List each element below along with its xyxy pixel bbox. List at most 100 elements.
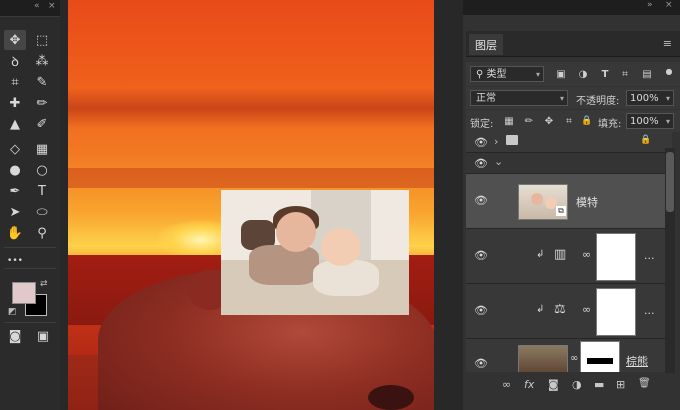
lasso-tool-icon[interactable]: ꝺ: [4, 51, 26, 71]
lock-label: 锁定:: [470, 119, 494, 130]
lock-all-icon[interactable]: 🔒: [580, 114, 594, 128]
pen-tool-icon[interactable]: ✒: [4, 181, 26, 201]
scrollbar-thumb[interactable]: [666, 152, 674, 212]
more-icon: ...: [644, 249, 655, 262]
blur-tool-icon[interactable]: ●: [4, 160, 26, 180]
new-group-icon[interactable]: ▬: [594, 378, 604, 391]
visibility-eye-icon[interactable]: 👁: [474, 194, 488, 207]
magic-wand-tool-icon[interactable]: ⁂: [31, 51, 53, 71]
opacity-label: 不透明度:: [576, 96, 620, 107]
pixel-filter-icon[interactable]: ▣: [554, 67, 568, 81]
add-mask-icon[interactable]: ◙: [548, 378, 559, 391]
layer-mask-thumbnail[interactable]: [580, 341, 620, 372]
hand-tool-icon[interactable]: ✋: [4, 223, 26, 243]
crop-tool-icon[interactable]: ⌗: [4, 72, 26, 92]
clipping-arrow-icon: ↲: [536, 249, 545, 260]
healing-brush-tool-icon[interactable]: ✚: [4, 93, 26, 113]
chevron-right-icon[interactable]: ›: [494, 135, 498, 148]
divider: [4, 247, 56, 248]
photo-kid-face: [276, 212, 316, 252]
new-layer-icon[interactable]: ⊞: [616, 378, 625, 391]
link-layers-icon[interactable]: ∞: [502, 378, 511, 391]
screen-mode-icon[interactable]: ▣: [32, 326, 54, 346]
mask-link-icon[interactable]: ∞: [582, 303, 591, 316]
visibility-eye-icon[interactable]: 👁: [474, 357, 488, 370]
color-balance-adjustment-icon: ⚖: [554, 302, 566, 317]
bear-nose: [368, 385, 414, 410]
gradient-tool-icon[interactable]: ▦: [31, 139, 53, 159]
blend-row: 正常 ▾ 不透明度: 100% ▾: [466, 87, 680, 109]
adjustment-filter-icon[interactable]: ◑: [576, 67, 590, 81]
layer-style-icon[interactable]: fx: [524, 378, 534, 391]
eyedropper-tool-icon[interactable]: ✎: [31, 72, 53, 92]
brush-tool-icon[interactable]: ✏: [31, 93, 53, 113]
marquee-tool-icon[interactable]: ⬚: [31, 30, 53, 50]
layer-row-model[interactable]: 👁 ⧉ 模特: [466, 174, 672, 229]
mask-link-icon[interactable]: ∞: [582, 248, 591, 261]
swap-colors-icon[interactable]: ⇄: [40, 279, 48, 289]
tools-panel: « × ••• ⇄ ◩ ◙ ▣ ✥ ⬚ ꝺ ⁂ ⌗ ✎ ✚ ✏ ▲ ✐ ◇ ▦ ● ○ ✒ T ➤ ⬭ ✋ ⚲: [0, 0, 60, 410]
close-icon[interactable]: ×: [48, 1, 56, 11]
adjustment-layer-icon[interactable]: ◑: [572, 378, 582, 391]
foreground-color-swatch[interactable]: [12, 282, 36, 304]
search-icon: ⚲: [476, 69, 484, 80]
filter-kind-select[interactable]: ⚲ 类型 ▾: [470, 66, 544, 82]
layer-row-color-balance-adjustment[interactable]: 👁 ↲ ⚖ ∞ ...: [466, 284, 672, 339]
delete-layer-icon[interactable]: 🗑: [638, 378, 651, 389]
smart-object-badge-icon: ⧉: [556, 206, 566, 216]
layers-panel-footer: ∞ fx ◙ ◑ ▬ ⊞ 🗑: [466, 376, 680, 396]
visibility-eye-icon[interactable]: 👁: [474, 304, 488, 317]
sky-clouds: [68, 88, 434, 128]
visibility-eye-icon[interactable]: 👁: [474, 136, 488, 149]
layer-mask-thumbnail[interactable]: [596, 288, 636, 336]
chevron-down-icon[interactable]: ⌄: [494, 155, 503, 168]
default-colors-icon[interactable]: ◩: [8, 307, 17, 317]
tab-layers[interactable]: 图层: [469, 34, 503, 55]
lock-image-icon[interactable]: ✏: [522, 114, 536, 128]
close-icon[interactable]: ×: [665, 0, 673, 10]
history-brush-tool-icon[interactable]: ✐: [31, 114, 53, 134]
layer-row-bear[interactable]: 👁 ∞ 棕熊: [466, 339, 672, 372]
type-filter-icon[interactable]: T: [598, 67, 612, 81]
collapse-icon[interactable]: »: [647, 0, 653, 10]
fill-label: 填充:: [598, 119, 622, 130]
dodge-tool-icon[interactable]: ○: [31, 160, 53, 180]
chevron-down-icon: ▾: [535, 70, 540, 79]
layer-mask-thumbnail[interactable]: [596, 233, 636, 281]
path-selection-tool-icon[interactable]: ➤: [4, 202, 26, 222]
filter-toggle-icon[interactable]: ●: [662, 64, 676, 78]
eraser-tool-icon[interactable]: ◇: [4, 139, 26, 159]
layer-group-row[interactable]: 👁 › 🔒: [466, 132, 672, 153]
type-tool-icon[interactable]: T: [31, 181, 53, 201]
smart-object-filter-icon[interactable]: ▤: [640, 67, 654, 81]
layers-scrollbar[interactable]: [665, 148, 675, 373]
zoom-tool-icon[interactable]: ⚲: [31, 223, 53, 243]
blend-mode-select[interactable]: 正常 ▾: [470, 90, 568, 106]
move-tool-icon[interactable]: ✥: [4, 30, 26, 50]
panel-menu-icon[interactable]: ≡: [663, 37, 672, 50]
layer-row-levels-adjustment[interactable]: 👁 ↲ ▥ ∞ ...: [466, 229, 672, 284]
lock-position-icon[interactable]: ✥: [542, 114, 556, 128]
mask-link-icon[interactable]: ∞: [570, 353, 578, 364]
divider: [4, 268, 56, 269]
clone-stamp-tool-icon[interactable]: ▲: [4, 114, 26, 134]
quick-mask-icon[interactable]: ◙: [4, 326, 26, 346]
layer-name[interactable]: 模特: [576, 194, 598, 210]
lock-transparent-icon[interactable]: ▦: [502, 114, 516, 128]
document-canvas[interactable]: [68, 0, 434, 410]
shape-filter-icon[interactable]: ⌗: [618, 67, 632, 81]
visibility-eye-icon[interactable]: 👁: [474, 157, 488, 170]
layer-thumbnail: [518, 345, 568, 372]
visibility-eye-icon[interactable]: 👁: [474, 249, 488, 262]
chevron-down-icon: ▾: [665, 117, 670, 126]
fill-input[interactable]: 100% ▾: [626, 113, 674, 129]
layer-name[interactable]: 棕熊: [626, 353, 648, 369]
collapse-icon[interactable]: «: [34, 1, 40, 11]
more-icon: ...: [644, 304, 655, 317]
children-photo-layer[interactable]: [221, 190, 409, 315]
shape-tool-icon[interactable]: ⬭: [31, 202, 53, 222]
layer-group-row[interactable]: 👁 ⌄: [466, 153, 672, 174]
panel-dock-header: » ×: [463, 0, 680, 15]
lock-artboard-icon[interactable]: ⌗: [562, 114, 576, 128]
opacity-input[interactable]: 100% ▾: [626, 90, 674, 106]
